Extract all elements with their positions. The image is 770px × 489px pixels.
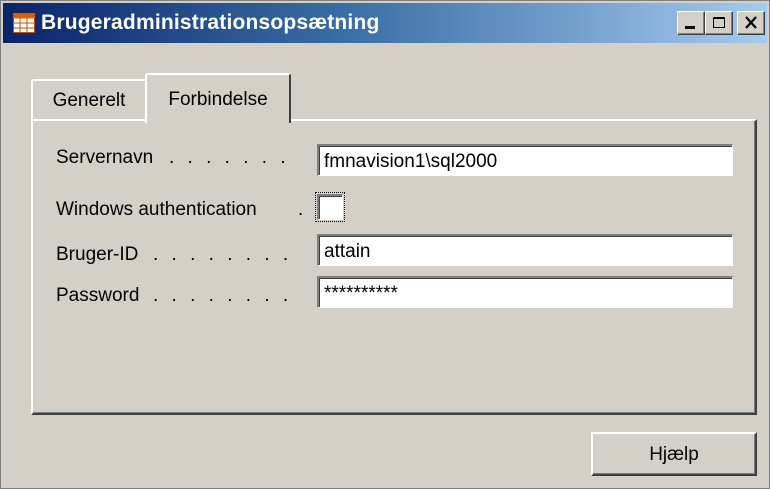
windows-auth-label: Windows authentication [56, 199, 257, 220]
help-button-label: Hjælp [649, 444, 699, 465]
user-id-field[interactable] [317, 234, 733, 266]
tab-generelt[interactable]: Generelt [31, 79, 147, 119]
dialog-window: Brugeradministrationsopsætning Generelt … [0, 0, 770, 489]
maximize-icon [713, 17, 725, 28]
user-id-label: Bruger-ID [56, 244, 139, 265]
server-name-leader: . . . . . . . [169, 147, 290, 168]
tab-forbindelse-label: Forbindelse [168, 89, 268, 110]
password-leader: . . . . . . . . [153, 285, 293, 306]
windows-auth-checkbox[interactable] [317, 194, 343, 220]
maximize-button[interactable] [705, 11, 733, 35]
window-title: Brugeradministrationsopsætning [41, 11, 380, 34]
close-button[interactable] [737, 11, 765, 35]
title-bar[interactable]: Brugeradministrationsopsætning [3, 3, 767, 43]
server-name-field[interactable] [317, 144, 733, 176]
tab-generelt-label: Generelt [52, 90, 126, 111]
help-button[interactable]: Hjælp [591, 432, 757, 476]
server-name-label: Servernavn [56, 147, 154, 168]
password-field[interactable] [317, 276, 733, 308]
password-label: Password [56, 285, 140, 306]
table-icon [13, 13, 35, 33]
close-icon [745, 16, 757, 29]
windows-auth-leader: . [298, 199, 308, 220]
minimize-icon [685, 26, 695, 29]
user-id-leader: . . . . . . . . [153, 244, 293, 265]
minimize-button[interactable] [677, 11, 705, 35]
tab-forbindelse[interactable]: Forbindelse [145, 73, 291, 123]
